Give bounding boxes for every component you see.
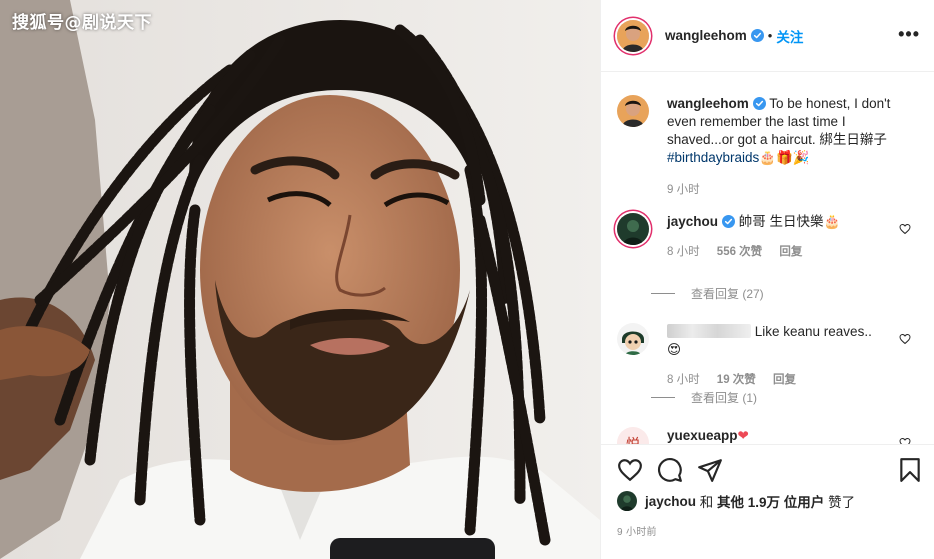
comment-heart-icon[interactable] [899,223,911,235]
avatar-image: 悦 [617,427,649,444]
avatar-image [617,491,637,511]
commenter-avatar[interactable] [617,323,649,355]
verified-icon [722,215,736,228]
separator-dot: • [767,28,773,43]
comments-list[interactable]: wangleehom To be honest, I don't even re… [601,73,934,444]
comment-body: yuexueapp❤ [667,427,877,444]
caption-avatar[interactable] [617,95,649,127]
avatar[interactable] [617,19,649,52]
post-side-panel: wangleehom • 关注 ••• wangleehom To be hon… [600,0,934,559]
post-caption: wangleehom To be honest, I don't even re… [617,95,917,199]
post-timestamp[interactable]: 9 小时前 [617,523,657,538]
avatar-image [617,95,649,127]
hashtag-link[interactable]: #birthdaybraids [667,150,759,165]
comment-heart-icon[interactable] [899,333,911,345]
commenter-avatar[interactable] [617,213,649,245]
portrait-image [0,0,600,559]
likes-count[interactable]: 其他 1.9万 位用户 [717,491,824,511]
liker-username[interactable]: jaychou [645,494,696,509]
likes-suffix: 赞了 [824,495,856,510]
post-photo[interactable]: 搜狐号@剧说天下 [0,0,600,559]
more-icon[interactable]: ••• [898,25,920,43]
comment-item: Like keanu reaves..😍 8 小时 19 次赞 回复 [617,323,919,389]
comment-username[interactable]: yuexueapp [667,428,738,443]
caption-text: wangleehom To be honest, I don't even re… [667,95,907,199]
share-icon[interactable] [697,457,723,483]
view-replies-label: 查看回复 (27) [691,287,764,301]
heart-icon[interactable] [617,457,643,483]
post-username[interactable]: wangleehom [665,28,747,43]
comment-time[interactable]: 8 小时 [667,246,700,258]
replies-line [651,293,675,294]
reply-button[interactable]: 回复 [779,246,802,258]
post-actions: jaychou 和 其他 1.9万 位用户 赞了 9 小时前 [601,444,934,559]
likes-and: 和 [696,495,718,510]
comment-item: jaychou 帥哥 生日快樂🎂 8 小时 556 次赞 回复 [617,213,919,261]
comment-icon[interactable] [657,457,683,483]
reply-button[interactable]: 回复 [773,374,796,386]
caption-emoji: 🎂🎁🎉 [759,150,810,165]
comment-body: Like keanu reaves..😍 8 小时 19 次赞 回复 [667,323,877,389]
comment-item: 悦 yuexueapp❤ [617,427,919,444]
follow-button[interactable]: 关注 [776,26,803,46]
comment-body: jaychou 帥哥 生日快樂🎂 8 小时 556 次赞 回复 [667,213,877,261]
watermark-text: 搜狐号@剧说天下 [12,13,152,33]
replies-line [651,397,675,398]
comment-meta: 8 小时 19 次赞 回复 [667,371,877,389]
comment-likes[interactable]: 19 次赞 [717,374,756,386]
comment-time[interactable]: 8 小时 [667,374,700,386]
verified-icon [750,29,764,42]
comment-username[interactable]: jaychou [667,214,718,229]
view-replies-button[interactable]: 查看回复 (27) [651,285,764,302]
svg-text:悦: 悦 [626,437,640,444]
avatar-image [617,323,649,355]
comment-meta: 8 小时 556 次赞 回复 [667,243,877,261]
verified-icon [752,97,766,110]
caption-username[interactable]: wangleehom [667,96,749,111]
commenter-avatar[interactable]: 悦 [617,427,649,444]
comment-heart-icon[interactable] [899,437,911,444]
view-replies-label: 查看回复 (1) [691,391,758,405]
comment-likes[interactable]: 556 次赞 [717,246,762,258]
view-replies-button[interactable]: 查看回复 (1) [651,389,757,406]
blurred-username [667,324,751,338]
comment-text: 帥哥 生日快樂🎂 [735,214,841,229]
likes-summary: jaychou 和 其他 1.9万 位用户 赞了 [617,491,855,511]
comment-text: ❤ [737,428,749,443]
avatar-image [617,19,649,52]
avatar-image [617,213,649,245]
caption-meta: 9 小时 [667,181,907,199]
post-header: wangleehom • 关注 ••• [601,0,934,72]
liker-avatar[interactable] [617,491,637,511]
caption-time[interactable]: 9 小时 [667,184,700,196]
bookmark-icon[interactable] [897,457,923,483]
